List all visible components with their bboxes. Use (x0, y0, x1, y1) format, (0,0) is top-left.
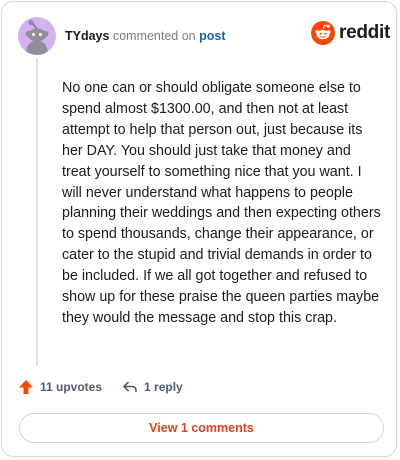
comment-actions: 11 upvotes 1 reply (18, 379, 183, 395)
reply-button[interactable]: 1 reply (122, 379, 183, 395)
comment-card: TYdays commented on post reddit No one c… (1, 1, 397, 457)
avatar[interactable] (18, 17, 56, 55)
snoo-avatar-icon (25, 19, 49, 55)
reddit-snoo-icon (311, 21, 335, 45)
upvote-arrow-icon (19, 380, 33, 394)
comment-body: No one can or should obligate someone el… (62, 80, 381, 326)
reddit-logo[interactable]: reddit (311, 21, 390, 45)
thread-line (36, 58, 38, 366)
username[interactable]: TYdays (65, 29, 109, 43)
reply-arrow-icon (123, 381, 137, 393)
view-comments-button[interactable]: View 1 comments (19, 413, 384, 443)
commented-on-text: commented on (112, 29, 196, 43)
comment-header: TYdays commented on post (65, 29, 226, 43)
reddit-wordmark: reddit (339, 22, 390, 43)
reply-count: 1 reply (144, 380, 183, 394)
post-link[interactable]: post (199, 29, 225, 43)
upvote-button[interactable]: 11 upvotes (18, 379, 102, 395)
upvote-count: 11 upvotes (40, 380, 103, 394)
